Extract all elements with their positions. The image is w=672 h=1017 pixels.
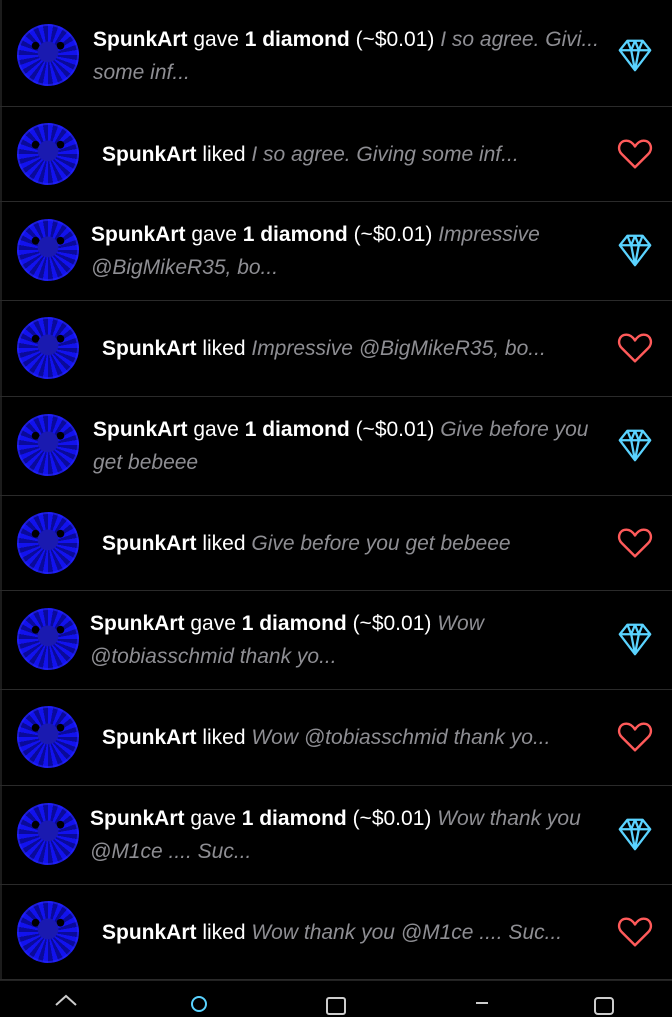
- notification-row[interactable]: SpunkArt gave 1 diamond (~$0.01) Give be…: [0, 397, 672, 496]
- username[interactable]: SpunkArt: [102, 726, 197, 749]
- search-icon[interactable]: [188, 993, 212, 1012]
- diamond-icon: [616, 426, 654, 464]
- notification-row[interactable]: SpunkArt liked I so agree. Giving some i…: [0, 107, 672, 202]
- username[interactable]: SpunkArt: [102, 337, 197, 360]
- diamond-amount: 1 diamond: [242, 223, 348, 246]
- diamond-icon: [616, 815, 654, 853]
- diamond-amount: 1 diamond: [244, 418, 350, 441]
- notification-row[interactable]: SpunkArt liked Wow @tobiasschmid thank y…: [0, 690, 672, 786]
- diamond-price: (~$0.01): [347, 223, 439, 246]
- username[interactable]: SpunkArt: [90, 612, 185, 635]
- notifications-icon[interactable]: [470, 993, 494, 1005]
- post-excerpt[interactable]: I so agree. Giving some inf...: [251, 143, 518, 166]
- avatar[interactable]: [17, 24, 79, 86]
- diamond-price: (~$0.01): [346, 807, 438, 830]
- username[interactable]: SpunkArt: [91, 223, 186, 246]
- avatar[interactable]: [17, 317, 79, 379]
- username[interactable]: SpunkArt: [93, 28, 188, 51]
- username[interactable]: SpunkArt: [90, 807, 185, 830]
- avatar[interactable]: [17, 123, 79, 185]
- avatar[interactable]: [17, 414, 79, 476]
- heart-icon: [616, 135, 654, 173]
- heart-icon: [616, 524, 654, 562]
- diamond-price: (~$0.01): [349, 418, 441, 441]
- notification-row[interactable]: SpunkArt gave 1 diamond (~$0.01) I so ag…: [0, 0, 672, 107]
- avatar[interactable]: [17, 512, 79, 574]
- notification-text: SpunkArt liked Give before you get bebee…: [102, 532, 511, 555]
- notification-text: SpunkArt liked I so agree. Giving some i…: [102, 143, 519, 166]
- wallet-icon[interactable]: [324, 993, 348, 1015]
- notification-row[interactable]: SpunkArt liked Give before you get bebee…: [0, 496, 672, 591]
- profile-icon[interactable]: [592, 993, 616, 1015]
- notification-row[interactable]: SpunkArt liked Impressive @BigMikeR35, b…: [0, 301, 672, 397]
- diamond-amount: 1 diamond: [241, 807, 347, 830]
- avatar[interactable]: [17, 706, 79, 768]
- notification-row[interactable]: SpunkArt liked Wow thank you @M1ce .... …: [0, 885, 672, 980]
- notification-text: SpunkArt liked Wow @tobiasschmid thank y…: [102, 726, 551, 749]
- home-icon[interactable]: [54, 993, 78, 1006]
- notification-row[interactable]: SpunkArt gave 1 diamond (~$0.01) Impress…: [0, 202, 672, 301]
- diamond-price: (~$0.01): [346, 612, 438, 635]
- diamond-amount: 1 diamond: [244, 28, 350, 51]
- avatar[interactable]: [17, 219, 79, 281]
- username[interactable]: SpunkArt: [93, 418, 188, 441]
- notification-text: SpunkArt gave 1 diamond (~$0.01) Impress…: [91, 223, 540, 279]
- notification-text: SpunkArt gave 1 diamond (~$0.01) Wow @to…: [90, 612, 484, 668]
- heart-icon: [616, 718, 654, 756]
- post-excerpt[interactable]: Wow @tobiasschmid thank yo...: [251, 726, 550, 749]
- diamond-price: (~$0.01): [349, 28, 441, 51]
- notification-text: SpunkArt liked Impressive @BigMikeR35, b…: [102, 337, 546, 360]
- heart-icon: [616, 913, 654, 951]
- diamond-amount: 1 diamond: [241, 612, 347, 635]
- heart-icon: [616, 329, 654, 367]
- post-excerpt[interactable]: Wow thank you @M1ce .... Suc...: [251, 921, 562, 944]
- post-excerpt[interactable]: Impressive @BigMikeR35, bo...: [251, 337, 545, 360]
- avatar[interactable]: [17, 608, 79, 670]
- post-excerpt[interactable]: Give before you get bebeee: [251, 532, 510, 555]
- username[interactable]: SpunkArt: [102, 143, 197, 166]
- bottom-tab-bar: [0, 980, 672, 1015]
- notification-row[interactable]: SpunkArt gave 1 diamond (~$0.01) Wow @to…: [0, 591, 672, 690]
- notification-text: SpunkArt gave 1 diamond (~$0.01) Wow tha…: [90, 807, 581, 863]
- diamond-icon: [616, 36, 654, 74]
- avatar[interactable]: [17, 901, 79, 963]
- username[interactable]: SpunkArt: [102, 532, 197, 555]
- notification-text: SpunkArt gave 1 diamond (~$0.01) Give be…: [93, 418, 589, 474]
- notification-row[interactable]: SpunkArt gave 1 diamond (~$0.01) Wow tha…: [0, 786, 672, 885]
- diamond-icon: [616, 620, 654, 658]
- avatar[interactable]: [17, 803, 79, 865]
- username[interactable]: SpunkArt: [102, 921, 197, 944]
- notification-text: SpunkArt liked Wow thank you @M1ce .... …: [102, 921, 563, 944]
- notification-text: SpunkArt gave 1 diamond (~$0.01) I so ag…: [93, 28, 599, 84]
- diamond-icon: [616, 231, 654, 269]
